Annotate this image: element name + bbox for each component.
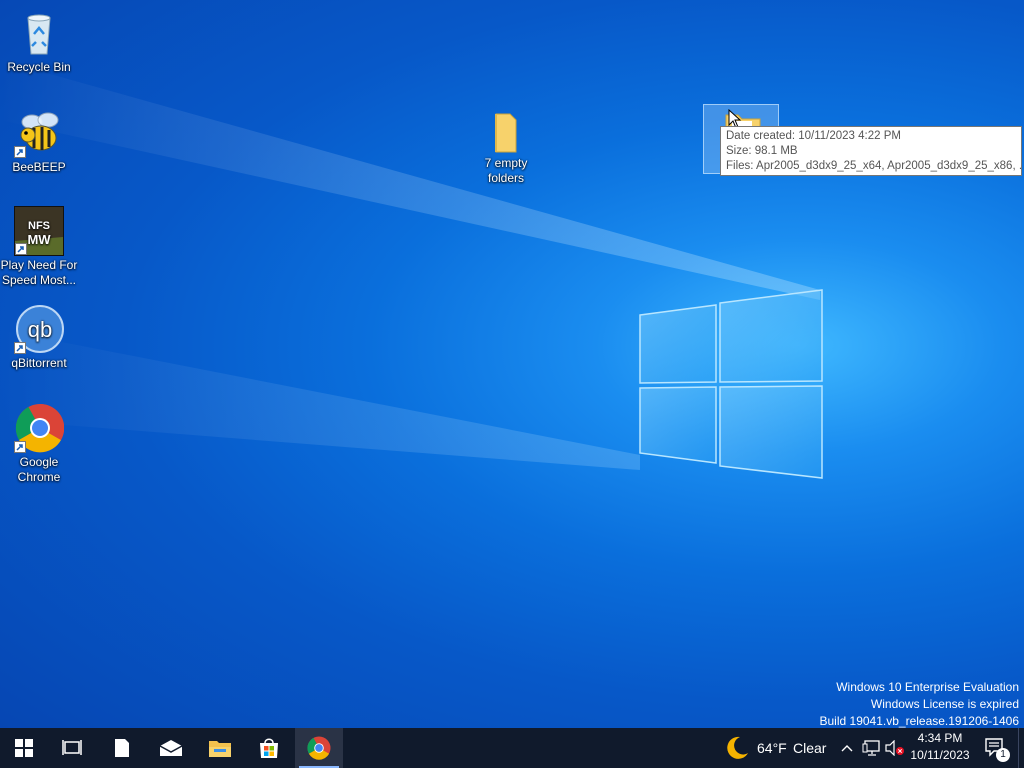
start-icon [15, 739, 33, 757]
watermark-edition: Windows 10 Enterprise Evaluation [836, 680, 1019, 694]
tooltip-date-created: Date created: 10/11/2023 4:22 PM [726, 130, 901, 142]
task-view-button[interactable] [48, 728, 96, 768]
shortcut-arrow-icon [14, 441, 26, 453]
taskbar: 64°F Clear 4:34 PM 10/11/2023 1 [0, 728, 1024, 768]
file-explorer-icon [209, 741, 231, 757]
system-clock[interactable]: 4:34 PM 10/11/2023 [905, 730, 975, 764]
volume-muted-icon [885, 740, 904, 756]
show-desktop-button[interactable] [1018, 728, 1024, 768]
weather-temp: 64°F [757, 740, 787, 756]
desktop-icon-google-chrome[interactable]: Google Chrome [0, 403, 78, 485]
desktop-icon-recycle-bin[interactable]: Recycle Bin [0, 8, 78, 75]
moon-icon [727, 736, 748, 759]
beebeep-icon [14, 108, 64, 158]
volume-button[interactable] [884, 728, 906, 768]
weather-widget[interactable]: 64°F Clear [722, 728, 832, 768]
desktop-icon-label: Recycle Bin [7, 60, 71, 74]
notification-count-badge: 1 [996, 748, 1010, 762]
clock-date: 10/11/2023 [910, 748, 970, 762]
nfs-mw-icon: NFS MW [14, 206, 64, 256]
desktop-icon-nfs-most-wanted[interactable]: NFS MW Play Need For Speed Most... [0, 206, 78, 288]
network-button[interactable] [860, 728, 882, 768]
file-info-tooltip: Date created: 10/11/2023 4:22 PM Size: 9… [720, 126, 1022, 176]
network-icon [862, 740, 880, 756]
file-explorer-button[interactable] [196, 728, 244, 768]
show-hidden-icons-button[interactable] [838, 728, 856, 768]
tooltip-files: Files: Apr2005_d3dx9_25_x64, Apr2005_d3d… [726, 160, 1022, 172]
weather-condition: Clear [793, 740, 827, 756]
shortcut-arrow-icon [14, 146, 26, 158]
mail-icon [159, 740, 183, 756]
shortcut-arrow-icon [15, 243, 27, 255]
desktop-icon-label: qBittorrent [11, 356, 67, 370]
task-view-icon [62, 740, 82, 755]
watermark-license: Windows License is expired [870, 697, 1019, 711]
desktop-icon-label: BeeBEEP [12, 160, 66, 174]
svg-text:qb: qb [28, 317, 52, 342]
recycle-bin-icon [14, 8, 64, 58]
action-center-button[interactable]: 1 [978, 728, 1014, 768]
desktop-icon-label: Google Chrome [17, 455, 61, 484]
clock-time: 4:34 PM [917, 731, 963, 745]
mail-button[interactable] [147, 728, 195, 768]
qbittorrent-icon: qb [14, 304, 64, 354]
tooltip-size: Size: 98.1 MB [726, 145, 798, 157]
notepad-button[interactable] [98, 728, 146, 768]
folder-icon [486, 110, 526, 154]
start-button[interactable] [0, 728, 48, 768]
chrome-icon [14, 403, 65, 453]
store-icon [260, 738, 278, 758]
desktop-icon-label: 7 empty folders [484, 156, 528, 185]
chrome-icon [307, 736, 331, 760]
windows-activation-watermark: Windows 10 Enterprise Evaluation Windows… [820, 679, 1020, 730]
chevron-up-icon [841, 745, 853, 752]
shortcut-arrow-icon [14, 342, 26, 354]
microsoft-store-button[interactable] [245, 728, 293, 768]
desktop-icon-beebeep[interactable]: BeeBEEP [0, 108, 78, 175]
svg-text:MW: MW [27, 232, 51, 247]
chrome-taskbar-button[interactable] [295, 728, 343, 768]
desktop-icon-label: Play Need For Speed Most... [0, 258, 78, 287]
notepad-icon [115, 739, 129, 757]
desktop-icon-7-empty-folders[interactable]: 7 empty folders [467, 110, 545, 186]
svg-text:NFS: NFS [28, 220, 50, 232]
desktop-icon-qbittorrent[interactable]: qb qBittorrent [0, 304, 78, 371]
